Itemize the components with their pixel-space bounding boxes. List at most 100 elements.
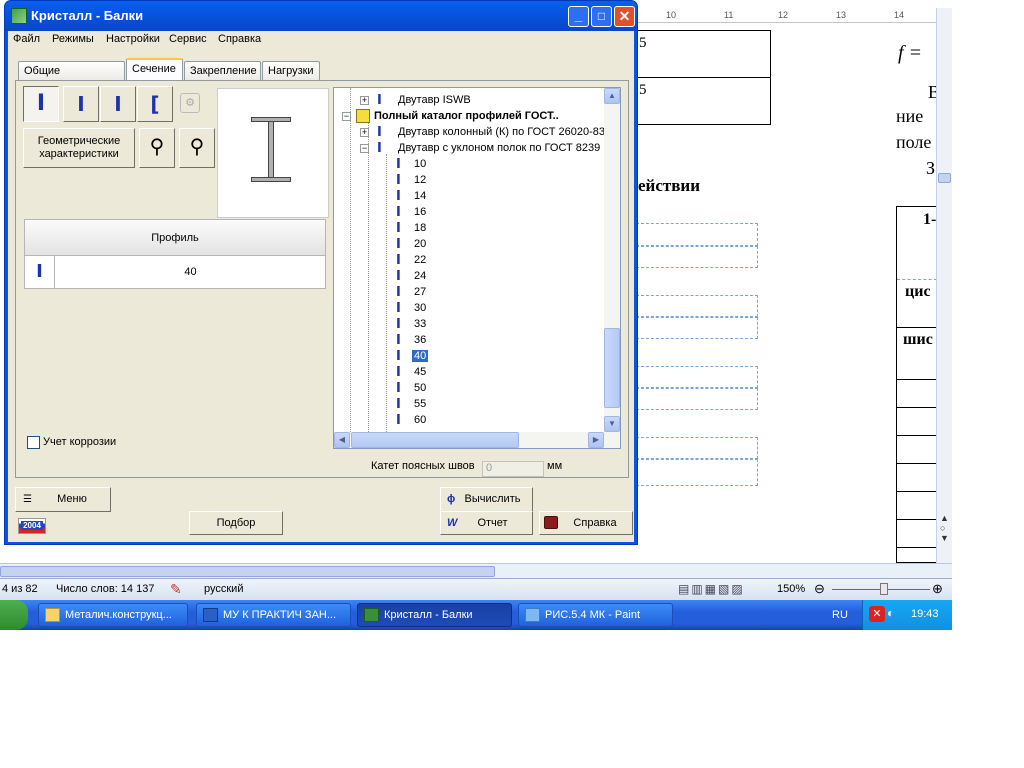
speaker-icon[interactable]: ◐ [887,606,894,620]
taskbar-item-active[interactable]: Кристалл - Балки [357,603,512,627]
weld-label: Катет поясных швов [371,460,475,472]
tree-horizontal-scrollbar[interactable]: ◀ ▶ [334,432,620,448]
zoom-slider-thumb[interactable] [880,583,888,595]
scroll-left-icon[interactable]: ◀ [334,432,350,448]
scroll-down-icon[interactable]: ▼ [604,416,620,432]
menu-service[interactable]: Сервис [169,33,207,45]
view-buttons-icon[interactable]: ▤▥▦▧▨ [678,582,745,596]
profile-grid: Профиль I 40 [24,219,326,289]
scroll-thumb[interactable] [604,328,620,408]
doc-vertical-scrollbar[interactable]: ▲ ○ ▼ [936,8,952,563]
phi-icon: ϕ [447,493,456,505]
tree-leaf-label: 40 [412,350,429,362]
help-book-icon [544,516,558,529]
doc-horizontal-scrollbar[interactable] [0,563,952,578]
word-count[interactable]: Число слов: 14 137 [56,583,154,595]
ibeam-icon: I [396,397,401,412]
channel-type-button[interactable]: [ [137,86,173,122]
page-counter[interactable]: 4 из 82 [2,583,38,595]
menu-modes[interactable]: Режимы [52,33,94,45]
tree-leaf-label: 60 [414,414,427,426]
geom-characteristics-button[interactable]: Геометрические характеристики [23,128,135,168]
profile-tree[interactable]: + I Двутавр ISWB − Полный каталог профил… [333,87,621,449]
tab-section[interactable]: Сечение [126,58,183,80]
browse-object-icon[interactable]: ▲ ○ ▼ [940,513,949,543]
doc-frame [636,366,758,388]
keyboard-language[interactable]: RU [832,609,848,621]
paint-icon [525,608,540,622]
save-view-button[interactable]: ⚲ [179,128,215,168]
kristall-icon [364,608,379,622]
expand-icon[interactable]: + [360,96,369,105]
menu-help[interactable]: Справка [218,33,261,45]
ibeam-type-button-3[interactable]: I [100,86,136,122]
ibeam-icon: I [396,365,401,380]
taskbar-item[interactable]: МУ К ПРАКТИЧ ЗАН... [196,603,351,627]
ibeam-icon: I [396,253,401,268]
ibeam-icon: I [396,157,401,172]
scroll-up-icon[interactable]: ▲ [604,88,620,104]
ruler-tick: 14 [894,10,905,20]
ibeam-icon: I [396,173,401,188]
ibeam-icon: I [377,141,382,156]
scroll-thumb[interactable] [0,566,495,577]
taskbar-item[interactable]: Металич.конструкц... [38,603,188,627]
weld-unit: мм [547,460,563,472]
maximize-icon[interactable]: □ [591,6,612,27]
ibeam-type-button[interactable]: I [23,86,59,122]
zoom-in-icon[interactable]: ⊕ [932,581,943,597]
menu-settings[interactable]: Настройки [106,33,160,45]
language-indicator[interactable]: русский [204,583,243,595]
help-button[interactable]: Справка [539,511,633,535]
tab-loads[interactable]: Нагрузки [262,61,320,80]
tab-fixing[interactable]: Закрепление [184,61,261,80]
taskbar-item[interactable]: РИС.5.4 МК - Paint [518,603,673,627]
tab-strip: Общие параметры Сечение Закрепление Нагр… [18,58,628,89]
scroll-thumb[interactable] [351,432,519,448]
weld-input[interactable]: 0 [482,461,544,477]
tab-general[interactable]: Общие параметры [18,61,125,89]
minimize-icon[interactable]: _ [568,6,589,27]
zoom-level[interactable]: 150% [777,583,805,595]
doc-text: поле [896,132,932,152]
ibeam-icon: I [396,301,401,316]
select-button[interactable]: Подбор [189,511,283,535]
disabled-tool-icon[interactable]: ⚙ [180,93,200,113]
spelling-icon[interactable]: ✎ [170,581,182,598]
expand-icon[interactable]: + [360,128,369,137]
tree-leaf-label: 27 [414,286,427,298]
calculate-button[interactable]: ϕ Вычислить [440,487,533,512]
ibeam-icon: I [396,349,401,364]
clock[interactable]: 19:43 [911,608,939,620]
start-button[interactable] [0,600,28,630]
ibeam-type-button-2[interactable]: I [63,86,99,122]
zoom-out-icon[interactable]: ⊖ [814,581,825,597]
ibeam-icon: I [396,333,401,348]
collapse-icon[interactable]: − [342,112,351,121]
tree-leaf-label: 33 [414,318,427,330]
doc-table-cell: 5 [636,77,771,125]
corrosion-checkbox[interactable] [27,436,40,449]
ibeam-icon: I [396,269,401,284]
menu-button[interactable]: ☰ Меню [15,487,111,512]
tree-vertical-scrollbar[interactable]: ▲ ▼ [604,88,620,432]
ruler-tick: 13 [836,10,847,20]
scroll-thumb[interactable] [938,173,951,183]
scroll-right-icon[interactable]: ▶ [588,432,604,448]
doc-frame [636,437,758,459]
antivirus-icon[interactable]: ✕ [869,606,885,622]
doc-frame [636,246,758,268]
zoom-view-button[interactable]: ⚲ [139,128,175,168]
report-button[interactable]: W Отчет [440,511,533,535]
ibeam-icon: I [396,317,401,332]
window-title: Кристалл - Балки [31,8,144,23]
close-icon[interactable]: ✕ [614,6,635,27]
grid-profile-value[interactable]: 40 [56,256,325,288]
magnifier-icon: ⚲ [149,136,165,158]
doc-heading: ействии [638,176,701,195]
collapse-icon[interactable]: − [360,144,369,153]
doc-text: З [926,158,936,178]
title-bar[interactable]: Кристалл - Балки _ □ ✕ [5,1,637,31]
ibeam-icon: I [396,221,401,236]
menu-file[interactable]: Файл [13,33,40,45]
